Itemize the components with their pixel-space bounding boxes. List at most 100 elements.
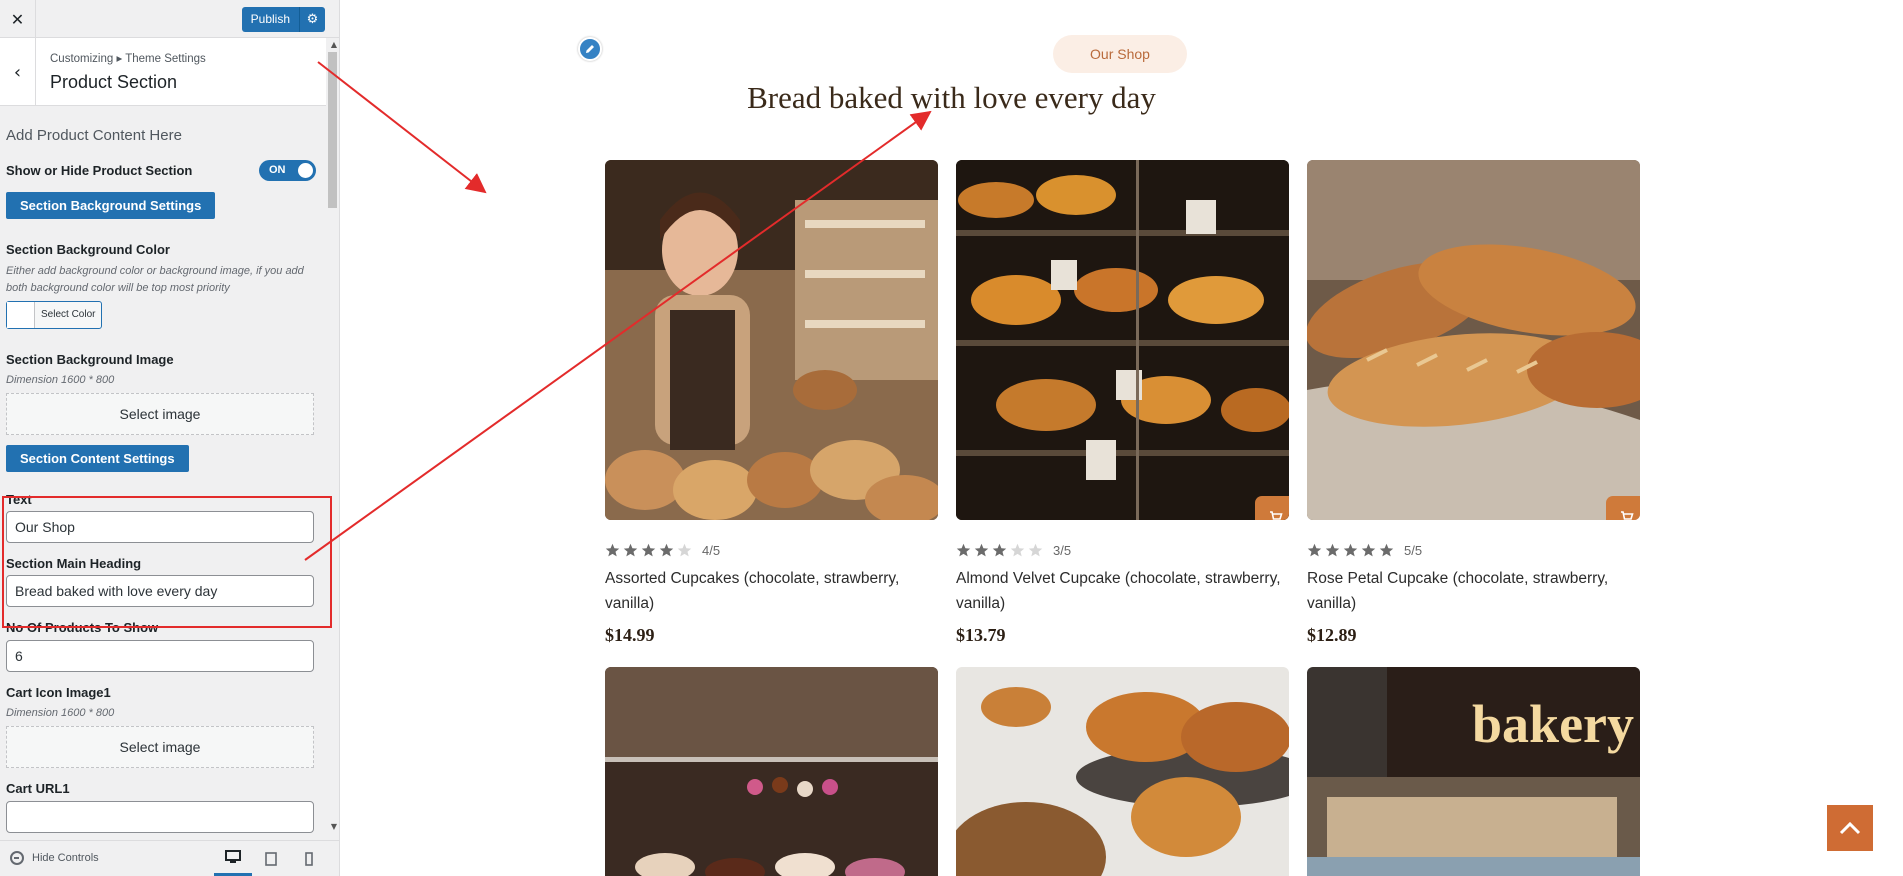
baguettes-photo [1307, 160, 1640, 520]
scroll-to-top-button[interactable] [1827, 805, 1873, 851]
customizer-topbar: ✕ Publish ⚙ [0, 0, 339, 38]
cart-icon [1621, 511, 1634, 520]
show-hide-row: Show or Hide Product Section ON [6, 160, 321, 181]
pencil-icon [586, 45, 594, 53]
star-empty-icon [1010, 543, 1025, 556]
product-price: $14.99 [605, 625, 655, 645]
rating-stars [1307, 543, 1394, 558]
pastry-display-photo [956, 160, 1289, 520]
device-preview-switcher [214, 841, 328, 876]
star-filled-icon [974, 543, 989, 556]
add-to-cart-button[interactable] [1255, 496, 1289, 520]
product-card[interactable]: 5/5 Rose Petal Cupcake (chocolate, straw… [1307, 160, 1640, 646]
product-image[interactable] [1307, 160, 1640, 520]
star-filled-icon [956, 543, 971, 556]
cupcake-display-photo [605, 667, 938, 876]
star-filled-icon [623, 543, 638, 556]
star-filled-icon [605, 543, 620, 556]
desktop-icon [225, 850, 241, 863]
bg-color-label: Section Background Color [6, 242, 170, 257]
tablet-preview-button[interactable] [252, 841, 290, 876]
content-settings-button[interactable]: Section Content Settings [6, 445, 189, 472]
product-price: $13.79 [956, 625, 1006, 645]
gear-icon: ⚙ [306, 12, 319, 27]
bakery-sign-text: bakery [1472, 694, 1634, 754]
bg-image-label: Section Background Image [6, 352, 174, 367]
product-image[interactable] [956, 667, 1289, 876]
publish-settings-button[interactable]: ⚙ [299, 7, 325, 32]
star-filled-icon [1343, 543, 1358, 556]
product-name[interactable]: Assorted Cupcakes (chocolate, strawberry… [605, 566, 938, 616]
star-filled-icon [1379, 543, 1394, 556]
product-rating: 3/5 [956, 542, 1289, 558]
star-filled-icon [1361, 543, 1376, 556]
star-filled-icon [659, 543, 674, 556]
select-color-button[interactable]: Select Color [6, 301, 103, 329]
scroll-up-arrow-icon[interactable]: ▲ [331, 40, 337, 49]
star-empty-icon [677, 543, 692, 556]
croissants-photo [956, 667, 1289, 876]
cart-icon-label: Cart Icon Image1 [6, 685, 111, 700]
bakery-storefront-photo: bakery [1307, 667, 1640, 876]
sidebar-scroll-thumb[interactable] [328, 52, 337, 208]
products-count-input[interactable]: 6 [6, 640, 314, 672]
bg-image-dimension: Dimension 1600 * 800 [6, 374, 115, 386]
star-filled-icon [992, 543, 1007, 556]
star-filled-icon [1307, 543, 1322, 556]
hide-controls-icon [10, 851, 24, 865]
rating-text: 5/5 [1404, 542, 1423, 558]
section-lead-text: Add Product Content Here [6, 127, 182, 144]
scroll-down-arrow-icon[interactable]: ▼ [331, 822, 337, 831]
section-controls: Add Product Content Here Show or Hide Pr… [0, 106, 327, 833]
product-name[interactable]: Rose Petal Cupcake (chocolate, strawberr… [1307, 566, 1640, 616]
section-subtitle-pill: Our Shop [1053, 35, 1187, 73]
star-filled-icon [641, 543, 656, 556]
product-name[interactable]: Almond Velvet Cupcake (chocolate, strawb… [956, 566, 1289, 616]
rating-stars [605, 543, 692, 558]
customizer-footer: Hide Controls [0, 840, 339, 876]
hide-controls-button[interactable]: Hide Controls [10, 851, 99, 865]
mobile-icon [305, 851, 313, 866]
annotation-highlight-box [2, 496, 332, 628]
chevron-up-icon [1839, 821, 1861, 835]
close-customizer-button[interactable]: ✕ [0, 0, 36, 38]
toggle-state-text: ON [269, 164, 286, 176]
cart-icon-dimension: Dimension 1600 * 800 [6, 707, 115, 719]
product-rating: 4/5 [605, 542, 938, 558]
toggle-knob [298, 163, 313, 178]
tablet-icon [265, 851, 277, 866]
baker-woman-photo [605, 160, 938, 520]
breadcrumb: Customizing ▸ Theme Settings [50, 53, 206, 65]
publish-button[interactable]: Publish [241, 7, 299, 32]
color-swatch [7, 302, 35, 328]
rating-text: 3/5 [1053, 542, 1072, 558]
add-to-cart-button[interactable] [1606, 496, 1640, 520]
cart-select-image-button[interactable]: Select image [6, 726, 314, 768]
publish-group: Publish ⚙ [241, 7, 325, 32]
edit-shortcut-button[interactable] [578, 37, 602, 61]
rating-text: 4/5 [702, 542, 721, 558]
mobile-preview-button[interactable] [290, 841, 328, 876]
desktop-preview-button[interactable] [214, 841, 252, 876]
product-image[interactable] [605, 667, 938, 876]
cart-icon [1270, 511, 1283, 520]
bg-settings-button[interactable]: Section Background Settings [6, 192, 216, 219]
select-color-label: Select Color [41, 309, 96, 320]
cart-url-label: Cart URL1 [6, 781, 70, 796]
show-hide-toggle[interactable]: ON [259, 160, 316, 181]
product-price: $12.89 [1307, 625, 1357, 645]
star-filled-icon [1325, 543, 1340, 556]
product-image[interactable] [605, 160, 938, 520]
product-card[interactable]: 4/5 Assorted Cupcakes (chocolate, strawb… [605, 160, 938, 646]
product-image[interactable]: bakery [1307, 667, 1640, 876]
cart-url-input[interactable] [6, 801, 314, 833]
rating-stars [956, 543, 1043, 558]
product-image[interactable] [956, 160, 1289, 520]
bg-select-image-button[interactable]: Select image [6, 393, 314, 435]
customizer-sidebar: ✕ Publish ⚙ ‹ Customizing ▸ Theme Settin… [0, 0, 340, 876]
hide-controls-label: Hide Controls [32, 852, 99, 864]
product-rating: 5/5 [1307, 542, 1640, 558]
product-card[interactable]: 3/5 Almond Velvet Cupcake (chocolate, st… [956, 160, 1289, 646]
bg-color-description: Either add background color or backgroun… [6, 265, 304, 294]
show-hide-label: Show or Hide Product Section [6, 163, 193, 178]
